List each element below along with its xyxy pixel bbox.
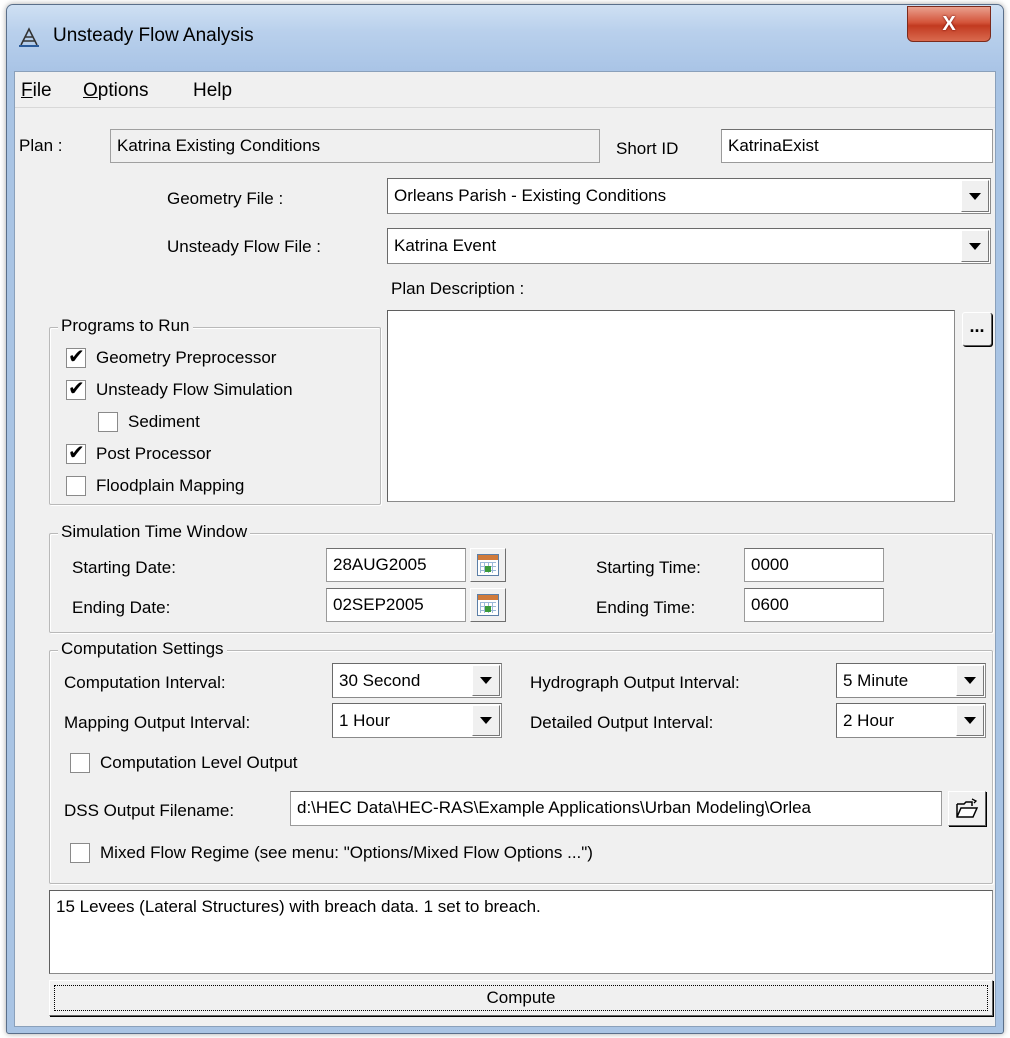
simulation-time-window-title: Simulation Time Window — [58, 522, 251, 542]
checkbox-box[interactable]: ✔ — [66, 442, 86, 464]
window-title: Unsteady Flow Analysis — [53, 25, 254, 46]
simulation-time-window-group: Simulation Time Window Starting Date: 28… — [49, 522, 993, 633]
plan-description-label: Plan Description : — [391, 279, 525, 298]
mapping-output-interval-label: Mapping Output Interval: — [64, 713, 251, 732]
starting-date-field[interactable]: 28AUG2005 — [326, 548, 466, 582]
checkbox-box[interactable] — [70, 753, 90, 773]
plan-name-field[interactable]: Katrina Existing Conditions — [110, 129, 600, 163]
detailed-output-interval-value: 2 Hour — [843, 711, 895, 730]
detailed-output-interval-label: Detailed Output Interval: — [530, 713, 714, 732]
short-id-label: Short ID — [616, 139, 679, 158]
unsteady-flow-file-select[interactable]: Katrina Event — [387, 228, 991, 264]
hydrograph-output-interval-select[interactable]: 5 Minute — [836, 663, 986, 698]
menu-file-rest: ile — [32, 80, 52, 101]
status-message: 15 Levees (Lateral Structures) with brea… — [56, 897, 541, 916]
menu-options-rest: ptions — [97, 80, 149, 101]
unsteady-flow-file-label: Unsteady Flow File : — [167, 237, 321, 256]
dialog-body: File Options Help Plan : Katrina Existin… — [14, 71, 996, 1027]
title-bar[interactable]: Unsteady Flow Analysis X — [7, 5, 1003, 71]
compute-button[interactable]: Compute — [49, 980, 993, 1016]
mapping-output-interval-select[interactable]: 1 Hour — [332, 703, 502, 738]
calendar-icon — [477, 554, 499, 576]
computation-interval-select[interactable]: 30 Second — [332, 663, 502, 698]
unsteady-flow-simulation-label: Unsteady Flow Simulation — [96, 380, 293, 399]
menu-help[interactable]: Help — [193, 80, 232, 102]
ellipsis-icon: ... — [969, 315, 985, 336]
checkbox-box[interactable] — [98, 412, 118, 432]
plan-label: Plan : — [19, 136, 63, 155]
checkbox-box[interactable]: ✔ — [66, 378, 86, 400]
focus-rect — [54, 985, 988, 1011]
calendar-icon — [477, 594, 499, 616]
short-id-field[interactable]: KatrinaExist — [721, 129, 993, 163]
computation-interval-value: 30 Second — [339, 671, 421, 690]
starting-date-label: Starting Date: — [72, 558, 176, 577]
unsteady-flow-file-value: Katrina Event — [394, 236, 497, 255]
check-icon: ✔ — [68, 378, 85, 400]
hec-ras-icon — [19, 27, 39, 47]
floodplain-mapping-label: Floodplain Mapping — [96, 476, 245, 495]
programs-to-run-title: Programs to Run — [58, 316, 193, 336]
checkbox-box[interactable]: ✔ — [66, 346, 86, 368]
sediment-label: Sediment — [128, 412, 200, 431]
unsteady-flow-window: Unsteady Flow Analysis X File Options He… — [6, 4, 1004, 1034]
geometry-preprocessor-label: Geometry Preprocessor — [96, 348, 277, 367]
plan-description-textarea[interactable] — [387, 310, 955, 502]
chevron-down-icon[interactable] — [956, 705, 984, 736]
menu-bar: File Options Help — [15, 72, 995, 108]
chevron-down-icon[interactable] — [472, 705, 500, 736]
geometry-file-select[interactable]: Orleans Parish - Existing Conditions — [387, 178, 991, 214]
ending-time-field[interactable]: 0600 — [744, 588, 884, 622]
chevron-down-icon[interactable] — [956, 665, 984, 696]
computation-settings-group: Computation Settings Computation Interva… — [49, 639, 993, 884]
hydrograph-output-interval-label: Hydrograph Output Interval: — [530, 673, 740, 692]
mapping-output-interval-value: 1 Hour — [339, 711, 391, 730]
ending-date-field[interactable]: 02SEP2005 — [326, 588, 466, 622]
ending-date-calendar-button[interactable] — [470, 588, 506, 622]
status-message-box: 15 Levees (Lateral Structures) with brea… — [49, 890, 993, 974]
close-button[interactable]: X — [907, 6, 991, 42]
geometry-preprocessor-checkbox[interactable]: ✔ Geometry Preprocessor — [66, 346, 276, 370]
chevron-down-icon[interactable] — [961, 180, 989, 212]
starting-time-label: Starting Time: — [596, 558, 701, 577]
mixed-flow-regime-checkbox[interactable]: Mixed Flow Regime (see menu: "Options/Mi… — [70, 841, 593, 865]
starting-time-field[interactable]: 0000 — [744, 548, 884, 582]
check-icon: ✔ — [68, 442, 85, 464]
post-processor-checkbox[interactable]: ✔ Post Processor — [66, 442, 211, 466]
chevron-down-icon[interactable] — [961, 230, 989, 262]
computation-settings-title: Computation Settings — [58, 639, 227, 659]
menu-options[interactable]: Options — [83, 80, 148, 102]
geometry-file-label: Geometry File : — [167, 189, 284, 208]
computation-interval-label: Computation Interval: — [64, 673, 226, 692]
ending-time-label: Ending Time: — [596, 598, 696, 617]
open-folder-icon — [956, 797, 979, 818]
post-processor-label: Post Processor — [96, 444, 212, 463]
browse-dss-button[interactable] — [948, 791, 986, 826]
plan-description-more-button[interactable]: ... — [962, 312, 992, 346]
programs-to-run-group: Programs to Run ✔ Geometry Preprocessor … — [49, 316, 381, 505]
chevron-down-icon[interactable] — [472, 665, 500, 696]
floodplain-mapping-checkbox[interactable]: Floodplain Mapping — [66, 474, 244, 498]
ending-date-label: Ending Date: — [72, 598, 171, 617]
starting-date-calendar-button[interactable] — [470, 548, 506, 582]
detailed-output-interval-select[interactable]: 2 Hour — [836, 703, 986, 738]
mixed-flow-regime-label: Mixed Flow Regime (see menu: "Options/Mi… — [100, 843, 593, 862]
computation-level-output-checkbox[interactable]: Computation Level Output — [70, 751, 298, 775]
dss-output-filename-label: DSS Output Filename: — [64, 801, 235, 820]
menu-file[interactable]: File — [21, 80, 52, 102]
computation-level-output-label: Computation Level Output — [100, 753, 298, 772]
checkbox-box[interactable] — [70, 843, 90, 863]
close-icon: X — [942, 12, 956, 35]
hydrograph-output-interval-value: 5 Minute — [843, 671, 909, 690]
unsteady-flow-simulation-checkbox[interactable]: ✔ Unsteady Flow Simulation — [66, 378, 293, 402]
checkbox-box[interactable] — [66, 476, 86, 496]
dss-output-filename-field[interactable]: d:\HEC Data\HEC-RAS\Example Applications… — [290, 791, 942, 826]
check-icon: ✔ — [68, 346, 85, 368]
sediment-checkbox[interactable]: Sediment — [98, 410, 200, 434]
geometry-file-value: Orleans Parish - Existing Conditions — [394, 186, 667, 205]
